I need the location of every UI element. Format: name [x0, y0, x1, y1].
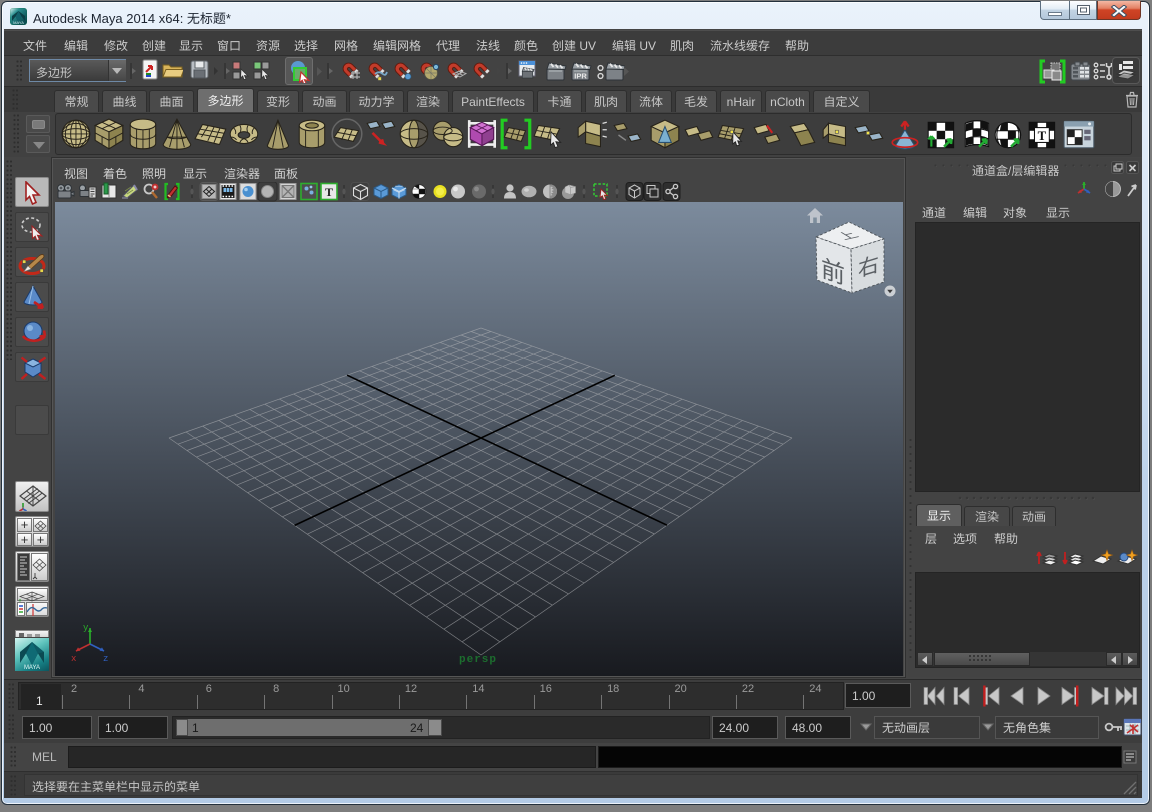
- svg-text:T: T: [1038, 129, 1047, 143]
- svg-text:y: y: [83, 623, 89, 633]
- svg-text:x: x: [71, 654, 76, 664]
- svg-text:T: T: [325, 185, 333, 199]
- svg-text:前: 前: [821, 249, 845, 292]
- svg-text:MAYA: MAYA: [13, 20, 24, 25]
- svg-text:右: 右: [858, 247, 879, 284]
- svg-text:z: z: [103, 654, 108, 664]
- svg-text:IPR: IPR: [574, 72, 587, 81]
- svg-text:MAYA: MAYA: [24, 665, 40, 671]
